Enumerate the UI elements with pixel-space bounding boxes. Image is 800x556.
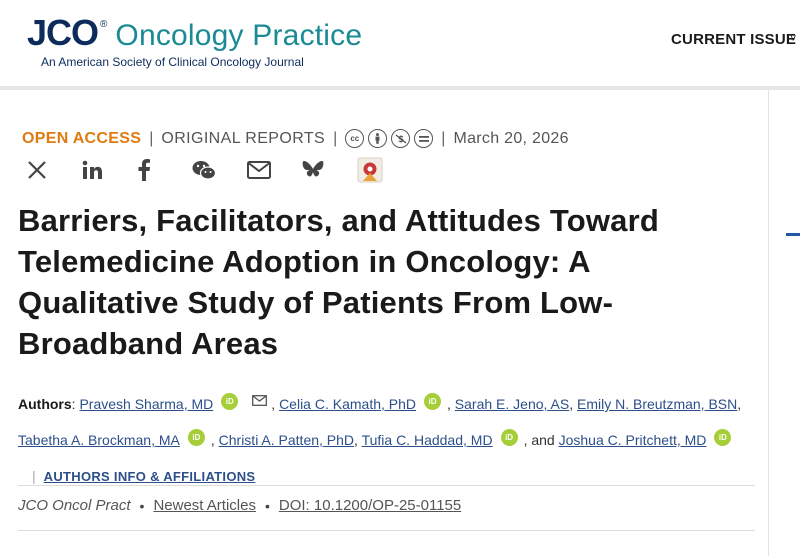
meta-separator: |: [333, 129, 338, 147]
author-link[interactable]: Emily N. Breutzman, BSN: [577, 396, 737, 412]
doi-link[interactable]: DOI: 10.1200/OP-25-01155: [279, 497, 461, 514]
author-list: Authors: Pravesh Sharma, MD iD, Celia C. …: [18, 383, 758, 495]
bullet: •: [139, 497, 145, 514]
article-meta: OPEN ACCESS | ORIGINAL REPORTS | cc $ | …: [22, 129, 569, 148]
author-link[interactable]: Tufia C. Haddad, MD: [362, 432, 493, 448]
bluesky-icon[interactable]: [302, 157, 357, 183]
nav-current-issue[interactable]: CURRENT ISSUE: [671, 31, 796, 48]
orcid-icon[interactable]: iD: [500, 429, 518, 446]
nd-icon: [414, 129, 434, 148]
meta-separator: |: [441, 129, 446, 147]
facebook-icon[interactable]: [137, 157, 192, 183]
authors-label: Authors: [18, 396, 72, 412]
x-icon[interactable]: [27, 157, 82, 183]
meta-separator: |: [149, 129, 154, 147]
bullet: •: [264, 497, 270, 514]
author-link[interactable]: Tabetha A. Brockman, MA: [18, 432, 180, 448]
author-link[interactable]: Christi A. Patten, PhD: [219, 432, 354, 448]
author-link[interactable]: Joshua C. Pritchett, MD: [559, 432, 707, 448]
author-link[interactable]: Celia C. Kamath, PhD: [279, 396, 416, 412]
logo-registered-mark: ®: [100, 19, 108, 30]
divider-bar: |: [32, 468, 36, 484]
orcid-icon[interactable]: iD: [424, 393, 442, 410]
chevron-down-icon[interactable]: ˅: [790, 33, 796, 45]
author-link[interactable]: Sarah E. Jeno, AS: [455, 396, 569, 412]
author-link[interactable]: Pravesh Sharma, MD: [79, 396, 213, 412]
sidebar-accent: [786, 233, 800, 236]
email-icon[interactable]: [252, 383, 268, 419]
email-icon[interactable]: [247, 157, 302, 183]
authors-info-affiliations-link[interactable]: AUTHORS INFO & AFFILIATIONS: [44, 469, 256, 484]
article-title: Barriers, Facilitators, and Attitudes To…: [18, 203, 659, 361]
header-divider: [0, 86, 800, 90]
publication-date: March 20, 2026: [453, 129, 569, 147]
orcid-icon[interactable]: iD: [187, 429, 205, 446]
logo-subtitle: An American Society of Clinical Oncology…: [41, 55, 304, 69]
mendeley-icon[interactable]: [357, 157, 412, 183]
share-bar: [27, 157, 412, 183]
site-header: JCO ® Oncology Practice An American Soci…: [0, 0, 800, 86]
linkedin-icon[interactable]: [82, 157, 137, 183]
citation-line: JCO Oncol Pract • Newest Articles • DOI:…: [18, 497, 461, 514]
and-text: and: [531, 432, 555, 448]
license-icons[interactable]: cc $: [345, 129, 434, 148]
sidebar-divider: [768, 90, 769, 556]
orcid-icon[interactable]: iD: [221, 393, 239, 410]
journal-abbrev: JCO Oncol Pract: [18, 497, 131, 514]
divider: [18, 530, 755, 531]
journal-logo[interactable]: JCO ® Oncology Practice An American Soci…: [27, 12, 362, 69]
newest-articles-link[interactable]: Newest Articles: [153, 497, 256, 514]
nc-icon: $: [391, 129, 411, 148]
logo-jco: JCO: [27, 12, 99, 53]
article-type[interactable]: ORIGINAL REPORTS: [161, 130, 325, 148]
open-access-badge: OPEN ACCESS: [22, 129, 142, 147]
logo-oncology-practice: Oncology Practice: [115, 19, 363, 52]
cc-icon: cc: [345, 129, 365, 148]
divider: [18, 485, 755, 486]
wechat-icon[interactable]: [192, 157, 247, 183]
by-icon: [368, 129, 388, 148]
orcid-icon[interactable]: iD: [714, 429, 732, 446]
